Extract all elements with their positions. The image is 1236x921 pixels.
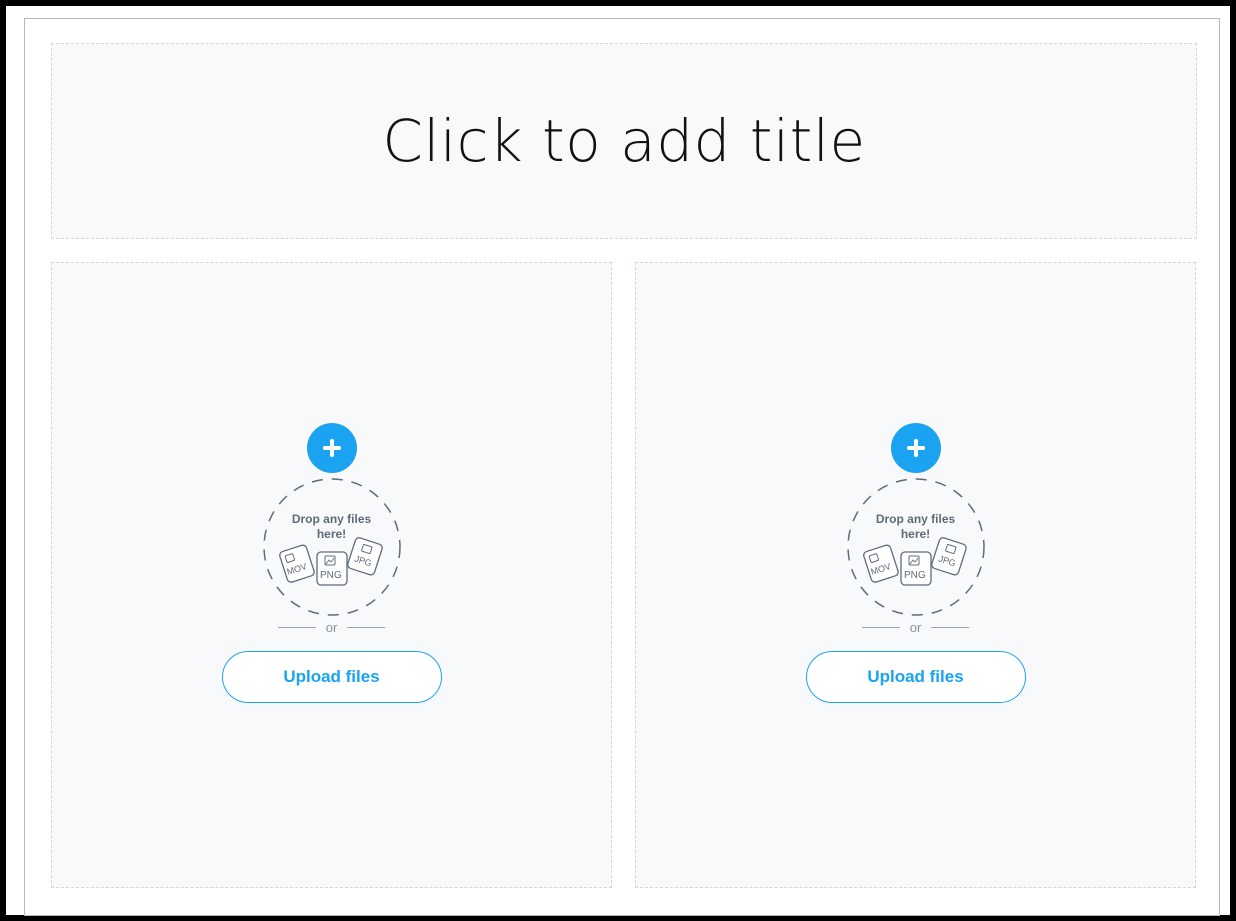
add-media-button[interactable]	[306, 423, 357, 473]
file-label-png: PNG	[320, 570, 342, 581]
separator-line	[931, 627, 970, 628]
drop-hint: Drop any files here!	[845, 512, 987, 542]
separator-line	[277, 627, 316, 628]
title-placeholder[interactable]: Click to add title	[51, 43, 1197, 239]
drop-hint-line1: Drop any files	[875, 512, 956, 526]
or-text: or	[909, 620, 922, 635]
drop-zone[interactable]: MOV JPG PNG Drop any files here!	[845, 476, 987, 618]
drop-zone[interactable]: MOV JPG PNG Drop any files here!	[261, 476, 403, 618]
drop-hint-line2: here!	[900, 527, 931, 541]
separator-line	[347, 627, 386, 628]
drop-hint-line1: Drop any files	[291, 512, 372, 526]
title-placeholder-text: Click to add title	[382, 107, 866, 175]
plus-icon	[906, 439, 925, 457]
or-separator: or	[277, 620, 386, 635]
uploader: MOV JPG PNG Drop any files here! or Uplo…	[52, 423, 611, 703]
content-placeholder-right[interactable]: MOV JPG PNG Drop any files here! or Uplo…	[635, 262, 1196, 888]
slide-canvas: Click to add title MOV JPG PNG Drop any …	[24, 18, 1220, 916]
drop-hint: Drop any files here!	[261, 512, 403, 542]
content-placeholder-left[interactable]: MOV JPG PNG Drop any files here! or Uplo…	[51, 262, 612, 888]
upload-files-button[interactable]: Upload files	[221, 651, 442, 703]
or-text: or	[325, 620, 338, 635]
drop-hint-line2: here!	[316, 527, 347, 541]
separator-line	[861, 627, 900, 628]
file-stack-icon: MOV JPG PNG	[846, 478, 985, 616]
window-frame: Click to add title MOV JPG PNG Drop any …	[0, 0, 1236, 921]
upload-files-button[interactable]: Upload files	[805, 651, 1026, 703]
add-media-button[interactable]	[890, 423, 941, 473]
file-label-png: PNG	[904, 570, 926, 581]
file-stack-icon: MOV JPG PNG	[262, 478, 401, 616]
uploader: MOV JPG PNG Drop any files here! or Uplo…	[636, 423, 1195, 703]
plus-icon	[322, 439, 341, 457]
or-separator: or	[861, 620, 970, 635]
